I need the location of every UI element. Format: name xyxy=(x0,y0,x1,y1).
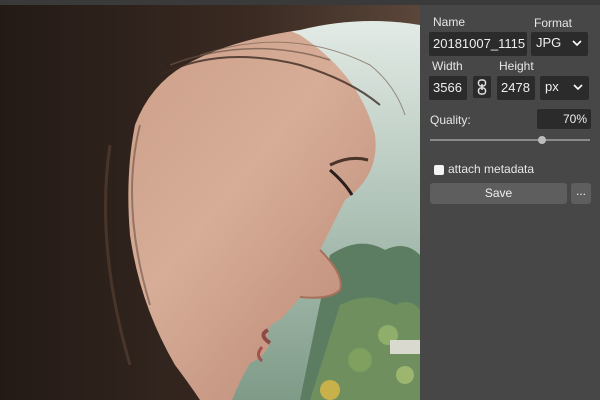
link-icon xyxy=(477,79,487,95)
format-select[interactable]: JPG xyxy=(531,32,588,56)
unit-value: px xyxy=(545,79,559,94)
format-value: JPG xyxy=(536,35,562,50)
quality-input[interactable]: 70% xyxy=(537,109,591,129)
more-options-button[interactable]: ... xyxy=(571,183,591,204)
image-canvas[interactable] xyxy=(0,5,420,400)
format-label: Format xyxy=(534,16,573,30)
export-panel: Name Format 20181007_1115 JPG Width Heig… xyxy=(420,5,600,400)
attach-metadata-label: attach metadata xyxy=(448,162,535,176)
name-label: Name xyxy=(433,15,466,29)
width-label: Width xyxy=(432,59,463,73)
width-input[interactable]: 3566 xyxy=(429,76,467,100)
height-input[interactable]: 2478 xyxy=(497,76,535,100)
chevron-down-icon xyxy=(572,40,582,47)
quality-label: Quality: xyxy=(430,113,471,127)
chevron-down-icon xyxy=(573,84,583,91)
photo-portrait xyxy=(0,5,420,400)
filename-input[interactable]: 20181007_1115 xyxy=(429,32,527,56)
unit-select[interactable]: px xyxy=(540,76,589,100)
save-button[interactable]: Save xyxy=(430,183,567,204)
quality-slider[interactable] xyxy=(430,139,590,141)
quality-slider-handle[interactable] xyxy=(538,136,546,144)
attach-metadata-checkbox[interactable] xyxy=(434,165,444,175)
height-label: Height xyxy=(499,59,534,73)
aspect-lock-button[interactable] xyxy=(473,76,491,98)
